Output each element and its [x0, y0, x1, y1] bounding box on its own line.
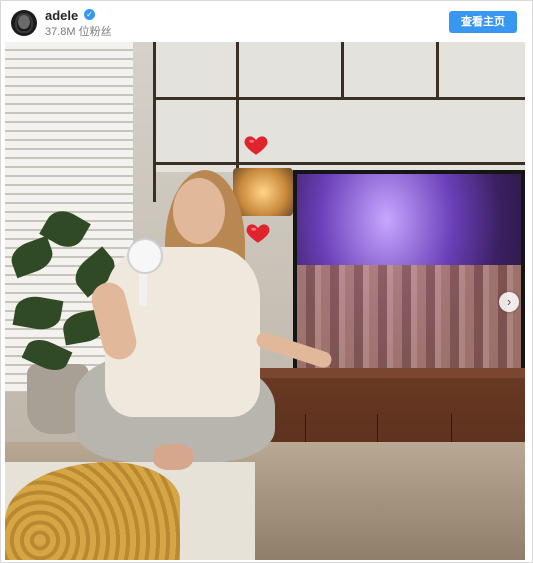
shelf-line [156, 162, 525, 165]
username[interactable]: adele [45, 8, 78, 23]
photo-lamp [233, 168, 293, 216]
view-profile-button[interactable]: 查看主页 [449, 11, 517, 33]
avatar[interactable] [11, 10, 37, 36]
red-heart-icon [244, 136, 268, 155]
red-heart-icon [246, 224, 270, 243]
follower-count: 37.8M 位粉丝 [45, 26, 112, 38]
verified-badge-icon: ✓ [84, 9, 95, 20]
handheld-fan [127, 238, 163, 274]
avatar-face [18, 15, 30, 29]
instagram-embed-card: adele ✓ 37.8M 位粉丝 查看主页 › [0, 0, 533, 563]
person-face [173, 178, 225, 244]
shelf-post [341, 42, 344, 97]
post-photo[interactable]: › [5, 42, 525, 560]
shelf-post [436, 42, 439, 97]
post-header: adele ✓ 37.8M 位粉丝 查看主页 [1, 1, 532, 41]
chevron-right-icon[interactable]: › [499, 292, 519, 312]
shelf-line [156, 97, 525, 100]
cabinet-top [231, 368, 525, 378]
person-feet [153, 444, 193, 470]
